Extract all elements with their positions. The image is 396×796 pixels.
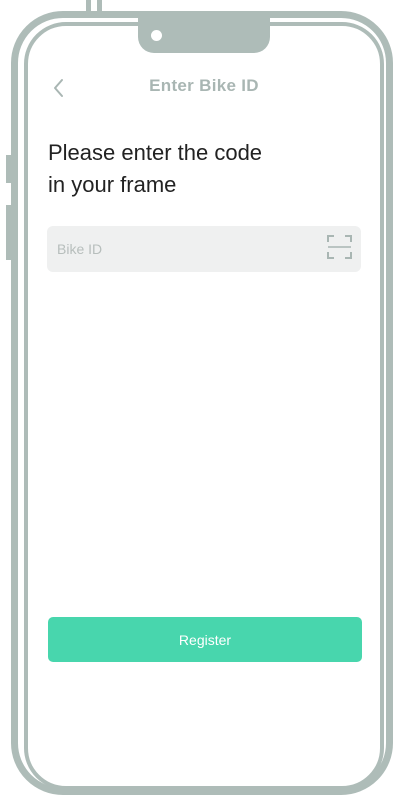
page-title: Enter Bike ID	[149, 76, 259, 95]
phone-side-button	[6, 155, 11, 183]
register-button[interactable]: Register	[48, 617, 362, 662]
instruction-line-2: in your frame	[48, 172, 177, 197]
bike-id-input[interactable]	[47, 226, 317, 272]
phone-top-button	[86, 0, 91, 12]
phone-side-button	[6, 205, 11, 260]
bike-id-field	[47, 226, 361, 272]
instruction-heading: Please enter the code in your frame	[48, 137, 348, 201]
instruction-line-1: Please enter the code	[48, 140, 263, 165]
scan-frame-icon	[327, 235, 352, 259]
phone-top-button	[97, 0, 102, 12]
scan-button[interactable]	[327, 235, 352, 259]
camera-dot	[151, 30, 162, 41]
